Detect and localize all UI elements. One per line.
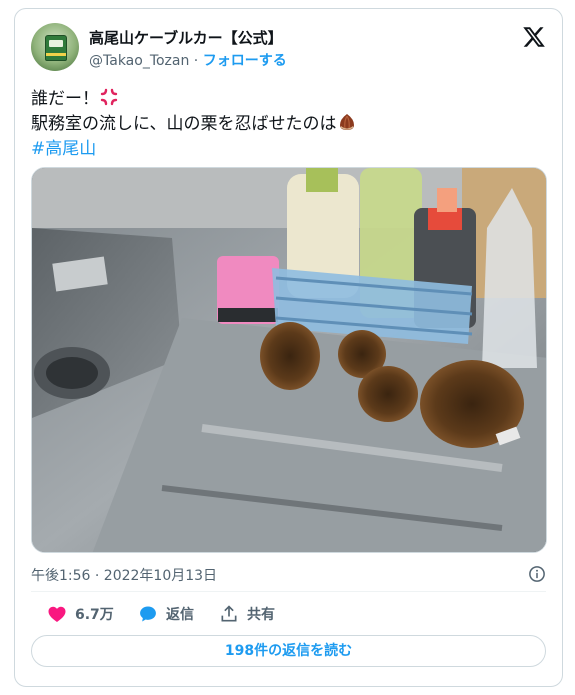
handle-separator: · bbox=[189, 53, 203, 69]
like-button[interactable]: 6.7万 bbox=[47, 603, 114, 625]
author-handle[interactable]: @Takao_Tozan bbox=[89, 53, 189, 69]
reply-bubble-icon bbox=[140, 606, 156, 622]
read-replies-button[interactable]: 198件の返信を読む bbox=[31, 635, 546, 667]
share-button[interactable]: 共有 bbox=[219, 603, 275, 625]
tweet-timestamp[interactable]: 午後1:56 · 2022年10月13日 bbox=[31, 565, 217, 585]
share-icon bbox=[221, 605, 237, 622]
share-label: 共有 bbox=[247, 607, 275, 623]
tweet-photo[interactable] bbox=[31, 167, 547, 553]
like-count: 6.7万 bbox=[75, 607, 114, 623]
info-icon[interactable] bbox=[528, 565, 546, 583]
anger-symbol-emoji-icon bbox=[100, 88, 118, 106]
author-display-name[interactable]: 高尾山ケーブルカー【公式】 bbox=[89, 27, 283, 48]
hashtag-link[interactable]: #高尾山 bbox=[31, 137, 546, 162]
cable-car-icon bbox=[45, 35, 67, 61]
tweet-header: 高尾山ケーブルカー【公式】 @Takao_Tozan · フォローする bbox=[31, 23, 546, 75]
tweet-line-1-text: 誰だー！ bbox=[31, 89, 99, 109]
tweet-line-2: 駅務室の流しに、山の栗を忍ばせたのは bbox=[31, 112, 546, 137]
x-logo-icon[interactable] bbox=[522, 25, 546, 49]
sink-photo-illustration bbox=[32, 168, 546, 552]
author-handle-row: @Takao_Tozan · フォローする bbox=[89, 50, 287, 70]
reply-button[interactable]: 返信 bbox=[138, 603, 194, 625]
chestnut-emoji-icon bbox=[339, 114, 354, 130]
tweet-actions: 6.7万 返信 共有 bbox=[31, 603, 546, 627]
tweet-text: 誰だー！ 駅務室の流しに、山の栗を忍ばせたのは #高尾山 bbox=[31, 87, 546, 162]
avatar[interactable] bbox=[31, 23, 79, 71]
follow-button[interactable]: フォローする bbox=[203, 53, 287, 69]
heart-icon bbox=[48, 606, 66, 622]
divider bbox=[31, 591, 546, 592]
reply-label: 返信 bbox=[166, 607, 194, 623]
tweet-card: 高尾山ケーブルカー【公式】 @Takao_Tozan · フォローする 誰だー！… bbox=[14, 8, 563, 687]
tweet-line-2-text: 駅務室の流しに、山の栗を忍ばせたのは bbox=[31, 114, 337, 134]
tweet-line-1: 誰だー！ bbox=[31, 87, 546, 112]
